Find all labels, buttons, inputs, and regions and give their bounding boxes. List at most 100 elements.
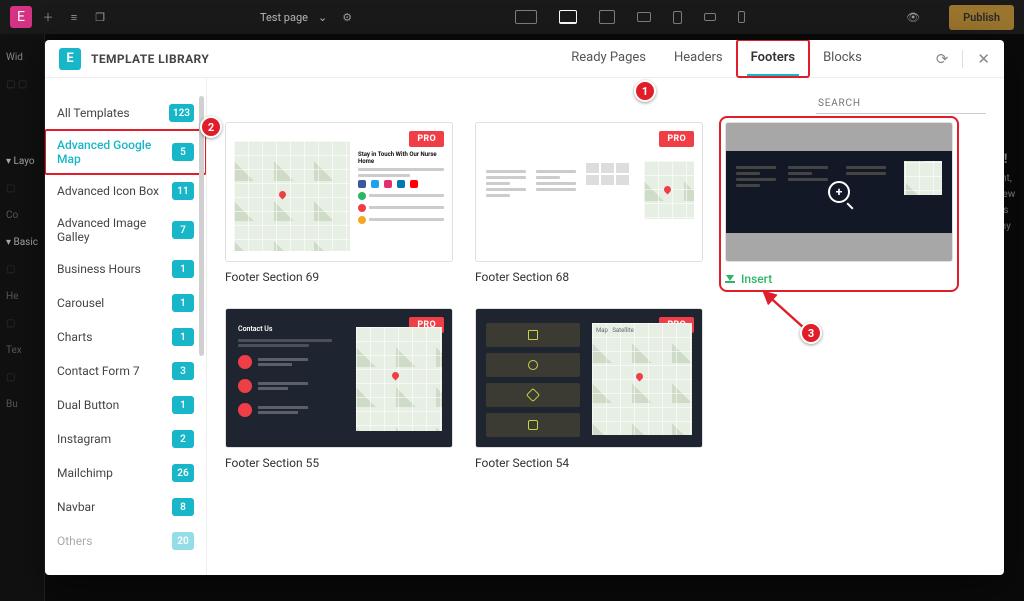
category-advanced-icon-box[interactable]: Advanced Icon Box 11 (45, 174, 206, 208)
category-count-badge: 1 (172, 260, 194, 278)
library-logo-icon: E (59, 48, 81, 70)
category-business-hours[interactable]: Business Hours 1 (45, 252, 206, 286)
template-caption: Footer Section 54 (475, 456, 703, 470)
device-tablet-icon[interactable] (673, 11, 682, 24)
layers-icon[interactable]: ❒ (90, 11, 110, 24)
modal-header: E TEMPLATE LIBRARY Ready Pages Headers F… (45, 40, 1004, 78)
annotation-3: 3 (800, 322, 822, 344)
panel-section: ▾ Layo (0, 148, 44, 175)
category-carousel[interactable]: Carousel 1 (45, 286, 206, 320)
publish-button[interactable]: Publish (949, 5, 1014, 30)
template-thumbnail[interactable]: PRO Contact Us (225, 308, 453, 448)
close-icon[interactable]: ✕ (977, 50, 990, 68)
category-label: Advanced Google Map (57, 138, 172, 166)
template-card-featured[interactable]: PRO (725, 122, 953, 286)
category-advanced-image-gallery[interactable]: Advanced Image Galley 7 (45, 208, 206, 252)
magnify-icon: + (828, 181, 850, 203)
category-all-templates[interactable]: All Templates 123 (45, 96, 206, 130)
tab-footers[interactable]: Footers (737, 40, 809, 77)
category-label: Contact Form 7 (57, 364, 140, 378)
sync-icon[interactable]: ⟳ (936, 50, 949, 68)
category-count-badge: 5 (172, 143, 194, 161)
category-charts[interactable]: Charts 1 (45, 320, 206, 354)
category-label: Dual Button (57, 398, 119, 412)
template-card[interactable]: PRO Stay in Touch With Our Nurse Home (225, 122, 453, 286)
panel-section: ▢ ▢ (0, 71, 44, 98)
panel-section: Wid (0, 44, 44, 71)
settings-sliders-icon[interactable]: ≡ (64, 11, 84, 24)
page-title[interactable]: Test page (260, 11, 308, 24)
device-tablet-landscape-icon[interactable] (637, 12, 651, 22)
panel-section: ▢ (0, 364, 44, 391)
template-card[interactable]: PRO (475, 122, 703, 286)
device-mobile-icon[interactable] (738, 11, 745, 23)
category-dual-button[interactable]: Dual Button 1 (45, 388, 206, 422)
category-mailchimp[interactable]: Mailchimp 26 (45, 456, 206, 490)
category-label: Navbar (57, 500, 95, 514)
category-count-badge: 1 (172, 328, 194, 346)
category-label: All Templates (57, 106, 130, 120)
pro-badge: PRO (659, 131, 694, 147)
template-thumbnail[interactable]: PRO (475, 122, 703, 262)
panel-section: Bu (0, 391, 44, 418)
panel-section: ▢ (0, 175, 44, 202)
category-count-badge: 11 (172, 182, 194, 200)
tab-ready-pages[interactable]: Ready Pages (557, 40, 660, 77)
template-card[interactable]: PRO Contact Us (225, 308, 453, 470)
category-sidebar: All Templates 123 Advanced Google Map 5 … (45, 78, 207, 575)
category-contact-form-7[interactable]: Contact Form 7 3 (45, 354, 206, 388)
category-navbar[interactable]: Navbar 8 (45, 490, 206, 524)
category-count-badge: 26 (172, 464, 194, 482)
divider (962, 50, 963, 68)
template-thumbnail[interactable]: PRO Stay in Touch With Our Nurse Home (225, 122, 453, 262)
template-card[interactable]: PRO Map Satellite Footer Section 54 (475, 308, 703, 470)
eye-icon[interactable]: 👁 (903, 11, 923, 24)
category-instagram[interactable]: Instagram 2 (45, 422, 206, 456)
panel-section: He (0, 283, 44, 310)
category-label: Instagram (57, 432, 111, 446)
tab-headers[interactable]: Headers (660, 40, 737, 77)
device-desktop-icon[interactable] (559, 10, 577, 24)
template-grid-area: PRO Stay in Touch With Our Nurse Home (207, 78, 1004, 575)
panel-section: Co (0, 202, 44, 229)
insert-label: Insert (741, 272, 772, 286)
template-caption: Footer Section 68 (475, 270, 703, 284)
insert-button[interactable]: Insert (725, 272, 953, 286)
template-library-modal: E TEMPLATE LIBRARY Ready Pages Headers F… (45, 40, 1004, 575)
panel-section: ▢ (0, 310, 44, 337)
category-count-badge: 1 (172, 294, 194, 312)
template-thumbnail[interactable]: PRO Map Satellite (475, 308, 703, 448)
category-label: Advanced Image Galley (57, 216, 172, 244)
pro-badge: PRO (409, 131, 444, 147)
category-count-badge: 1 (172, 396, 194, 414)
category-count-badge: 20 (172, 532, 194, 550)
device-widescreen-icon[interactable] (515, 10, 537, 24)
annotation-1: 1 (634, 80, 656, 102)
category-label: Advanced Icon Box (57, 184, 159, 198)
category-label: Mailchimp (57, 466, 113, 480)
category-count-badge: 7 (172, 221, 194, 239)
elementor-logo-icon: E (10, 6, 32, 28)
annotation-2: 2 (200, 116, 222, 138)
panel-section: ▢ (0, 256, 44, 283)
category-advanced-google-map[interactable]: Advanced Google Map 5 (45, 130, 206, 174)
category-label: Business Hours (57, 262, 141, 276)
device-mobile-landscape-icon[interactable] (704, 13, 716, 21)
category-count-badge: 8 (172, 498, 194, 516)
search-input[interactable] (816, 94, 986, 114)
category-count-badge: 2 (172, 430, 194, 448)
template-thumbnail[interactable]: PRO (725, 122, 953, 262)
tab-blocks[interactable]: Blocks (809, 40, 876, 77)
plus-icon[interactable]: ＋ (38, 9, 58, 25)
modal-title: TEMPLATE LIBRARY (91, 52, 209, 66)
download-icon (725, 275, 735, 283)
category-label: Charts (57, 330, 92, 344)
chevron-down-icon[interactable]: ⌄ (318, 11, 327, 24)
panel-section: Tex (0, 337, 44, 364)
category-count-badge: 3 (172, 362, 194, 380)
editor-left-panel: Wid ▢ ▢ ▾ Layo ▢ Co ▾ Basic ▢ He ▢ Tex ▢… (0, 34, 45, 601)
gear-icon[interactable]: ⚙ (337, 11, 357, 24)
device-laptop-icon[interactable] (599, 10, 615, 24)
category-others[interactable]: Others 20 (45, 524, 206, 558)
editor-topbar: E ＋ ≡ ❒ Test page ⌄ ⚙ 👁 Publish (0, 0, 1024, 34)
